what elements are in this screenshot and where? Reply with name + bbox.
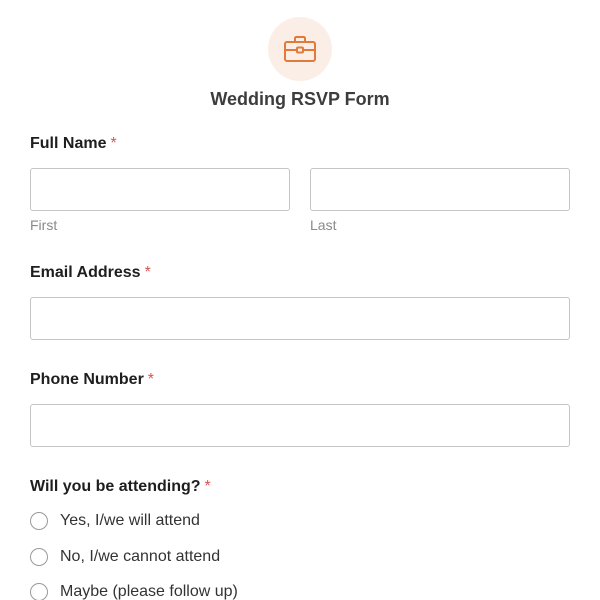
radio-button[interactable] [30,583,48,600]
required-asterisk: * [147,371,155,388]
full-name-label-text: Full Name [30,135,107,152]
rsvp-form-page: Wedding RSVP Form Full Name * First Last … [0,0,600,600]
form-header-icon-badge [268,17,332,81]
email-label-text: Email Address [30,264,141,281]
attending-label-text: Will you be attending? [30,478,201,495]
required-asterisk: * [144,264,151,281]
radio-button[interactable] [30,512,48,530]
briefcase-icon [284,36,316,62]
last-name-input[interactable] [310,168,570,211]
radio-option-yes[interactable]: Yes, I/we will attend [30,509,200,533]
first-name-input[interactable] [30,168,290,211]
radio-option-label: Yes, I/we will attend [60,512,200,529]
radio-option-no[interactable]: No, I/we cannot attend [30,545,220,569]
radio-option-maybe[interactable]: Maybe (please follow up) [30,580,238,600]
form-title: Wedding RSVP Form [210,89,390,109]
attending-label: Will you be attending? * [30,477,211,497]
email-label: Email Address * [30,263,151,283]
phone-input[interactable] [30,404,570,447]
last-name-sublabel: Last [310,217,337,233]
phone-label: Phone Number * [30,370,154,390]
radio-option-label: Maybe (please follow up) [60,583,238,600]
radio-option-label: No, I/we cannot attend [60,548,221,565]
first-name-sublabel: First [30,217,58,233]
phone-label-text: Phone Number [30,371,144,388]
required-asterisk: * [204,478,211,495]
email-input[interactable] [30,297,570,340]
required-asterisk: * [110,135,117,152]
radio-button[interactable] [30,548,48,566]
full-name-label: Full Name * [30,134,117,154]
